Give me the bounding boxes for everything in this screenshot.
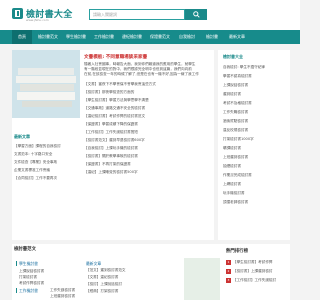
list-item[interactable]: 抽煙檢討書 <box>223 164 289 169</box>
list-item[interactable]: 【自我檢討】上課玩手機的檢討書 <box>84 146 212 151</box>
rank-badge: 2 <box>226 269 231 274</box>
list-item[interactable]: 【檢討書】那夜學檢查的方面的 <box>84 90 212 95</box>
nav-item-self[interactable]: 自我檢討 <box>174 30 200 44</box>
list-item[interactable]: 上課說話檢討書 <box>223 83 289 88</box>
rank-item[interactable]: 2 【檢討書】上課遲到檢討 <box>226 269 288 274</box>
nav-item-jiantao[interactable]: 檢討書 <box>200 30 224 44</box>
list-item[interactable]: 上班遲到檢討書 <box>50 294 75 299</box>
list-item[interactable]: 【檢討書】關於教學事故的檢討書 <box>84 154 212 159</box>
list-item[interactable]: 【文書】違紀檢討書 <box>86 275 186 280</box>
list-item[interactable]: 上課說話檢討書 <box>19 269 44 274</box>
list-item[interactable]: 工作失誤檢討書 <box>50 288 75 293</box>
list-item[interactable]: 【范文】遲到檢討書范文 <box>86 268 186 273</box>
featured-excerpt-3: 在前,在該檢查一年的時候了解了,但是在也有一機不好,因為一線了我工作 <box>84 72 199 76</box>
logo-url: www.jfshu.com <box>26 18 49 22</box>
list-item[interactable]: 文件檢查【專業】安全事故 <box>14 160 78 165</box>
right-panel: 檢討書大全 自我檢討: 學生不遵守紀律 學習不認真檢討書 上課說話檢討書 遲到檢… <box>218 50 290 240</box>
book-icon <box>12 8 23 19</box>
work-jiantao-head[interactable]: 工作檢討書 <box>19 287 38 294</box>
list-item[interactable]: 【學生檢討書】學習方法與學思學不清楚 <box>84 98 212 103</box>
nav-item-guarantee[interactable]: 保證書范文 <box>146 30 174 44</box>
nav-item-fanwen[interactable]: 檢討書范文 <box>34 30 62 44</box>
search-icon <box>192 11 200 18</box>
list-item[interactable]: 【檢討書范文】遲到早退檢討書600字 <box>84 138 212 143</box>
latest-articles-head: 最新文章 <box>86 261 102 266</box>
bottom-section-title: 檢討書范文 <box>14 247 36 252</box>
list-item[interactable]: 打架檢討書1000字 <box>223 137 289 142</box>
chalkboard-image[interactable] <box>184 258 220 300</box>
list-item[interactable]: 【違紀】上課睡覺的檢討書500字 <box>84 170 212 175</box>
list-item[interactable]: 【工作檢討】工作失誤檢討書簡短 <box>84 130 212 135</box>
list-item[interactable]: 【違紀檢討書】考試作弊的檢討書范文 <box>84 114 212 119</box>
list-item[interactable]: 遲到檢討書 <box>223 92 289 97</box>
nav-item-latest[interactable]: 最新文章 <box>224 30 250 44</box>
list-item[interactable]: 【文書】當夜下不學會保不會學我會這些方式 <box>84 82 212 87</box>
divider <box>16 261 17 266</box>
rank-item[interactable]: 3 【工作檢討】工作失誤檢討 <box>226 278 288 283</box>
list-item[interactable]: 【交通事故】道路交通不安全的檢討書 <box>84 106 212 111</box>
rank-label: 【檢討書】上課遲到檢討 <box>233 269 273 273</box>
list-item[interactable]: 【合同檢討】工作不要再次 <box>14 176 78 181</box>
list-item[interactable]: 文書范本: 十字路口安全 <box>14 152 78 157</box>
search-input[interactable]: 請輸入關鍵詞 <box>89 9 185 20</box>
rank-badge: 1 <box>226 260 231 265</box>
hot-ranking-title: 熱門排行榜 <box>226 249 248 254</box>
list-item[interactable]: 考試作弊檢討書 <box>19 281 44 286</box>
list-item[interactable]: 自我檢討: 學生不遵守紀律 <box>223 65 289 70</box>
list-item[interactable]: 酒後駕駛檢討書 <box>223 119 289 124</box>
divider <box>16 288 17 293</box>
top-bar: 檢討書大全 www.jfshu.com 請輸入關鍵詞 <box>0 0 300 30</box>
right-panel-title: 檢討書大全 <box>223 54 243 59</box>
list-item[interactable]: 上網檢討書 <box>223 182 289 187</box>
list-item[interactable]: 學習不認真檢討書 <box>223 74 289 79</box>
list-item[interactable]: 【保證書】學習成績下降的保證書 <box>84 122 212 127</box>
list-item[interactable]: 【學習方面】課程的自我檢討 <box>14 144 78 149</box>
nav-item-student[interactable]: 學生檢討書 <box>62 30 90 44</box>
left-latest-title: 最新文章 <box>14 134 30 139</box>
nav-item-work[interactable]: 工作檢討書 <box>90 30 118 44</box>
student-jiantao-head[interactable]: 學生檢討書 <box>19 260 38 267</box>
featured-panel: 文書模板: 不同意職場談采家書 隨著入社會國事，時報告大面，我到你們報道我的應用… <box>12 50 214 240</box>
nav-item-discipline[interactable]: 違紀檢討書 <box>118 30 146 44</box>
list-item[interactable]: 考試不及格檢討書 <box>223 101 289 106</box>
list-item[interactable]: 上班遲到檢討書 <box>223 155 289 160</box>
list-item[interactable]: 企業文書標准工作會議 <box>14 168 78 173</box>
list-item[interactable]: 頂撞老師檢討書 <box>223 200 289 205</box>
main-nav: 首頁 檢討書范文 學生檢討書 工作檢討書 違紀檢討書 保證書范文 自我檢討 檢討… <box>0 30 300 44</box>
list-item[interactable]: 工作失職檢討書 <box>223 110 289 115</box>
list-item[interactable]: 打架檢討書 <box>19 275 37 280</box>
featured-image[interactable] <box>12 50 80 118</box>
featured-title[interactable]: 文書模板: 不同意職場談采家書 <box>84 54 147 60</box>
nav-item-home[interactable]: 首頁 <box>12 30 32 44</box>
list-item[interactable]: 【保證書】不再打架的保證書 <box>84 162 212 167</box>
rank-item[interactable]: 1 【學生檢討書】考試作弊 <box>226 260 288 265</box>
rank-label: 【工作檢討】工作失誤檢討 <box>233 278 277 282</box>
list-item[interactable]: 曠課檢討書 <box>223 146 289 151</box>
rank-badge: 3 <box>226 278 231 283</box>
list-item[interactable]: 違反校規檢討書 <box>223 128 289 133</box>
bottom-panel: 檢討書范文 學生檢討書 上課說話檢討書 打架檢討書 考試作弊檢討書 工作檢討書 … <box>12 244 290 300</box>
rank-label: 【學生檢討書】考試作弊 <box>233 260 273 264</box>
search-button[interactable] <box>185 9 207 20</box>
list-item[interactable]: 作業沒完成檢討書 <box>223 173 289 178</box>
list-item[interactable]: 【經典】打架檢討書 <box>86 289 186 294</box>
list-item[interactable]: 玩手機檢討書 <box>223 191 289 196</box>
list-item[interactable]: 【檢討】上課說話檢討 <box>86 282 186 287</box>
